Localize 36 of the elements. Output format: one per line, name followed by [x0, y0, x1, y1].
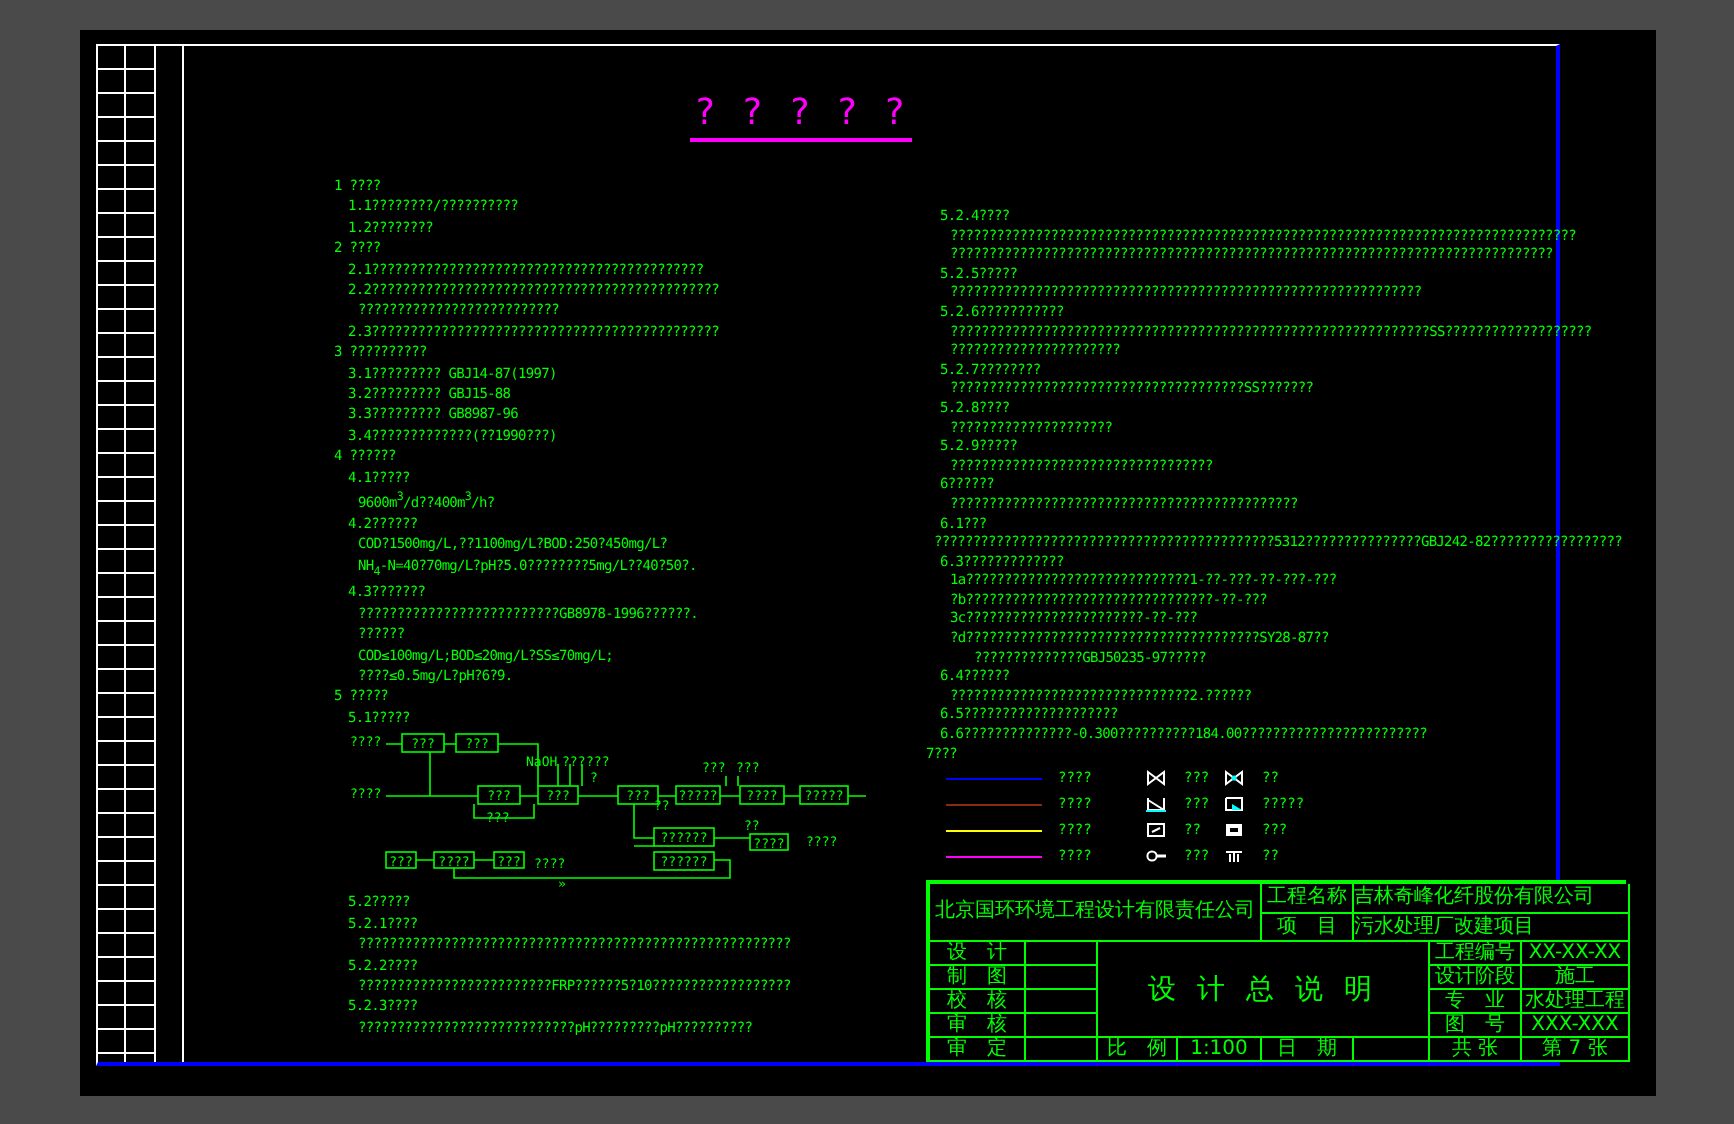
- field-label: 共 张: [1430, 1038, 1522, 1062]
- valve-icon: [1146, 770, 1166, 787]
- field-label: 专 业: [1430, 990, 1522, 1014]
- field-label: 日 期: [1262, 1038, 1354, 1062]
- drawing-heading: ? ? ? ? ?: [690, 92, 912, 142]
- check-fill-icon: [1224, 796, 1244, 813]
- field-label: 审 核: [930, 1014, 1026, 1038]
- field-value: 污水处理厂改建项目: [1354, 914, 1630, 942]
- field-label: 设 计: [930, 942, 1026, 966]
- check-icon: [1146, 796, 1166, 813]
- field-label: 校 核: [930, 990, 1026, 1014]
- field-value: 第 7 张: [1522, 1038, 1630, 1062]
- blank-cell: [1026, 1014, 1098, 1038]
- meter-icon: [1146, 822, 1166, 839]
- field-value: 吉林奇峰化纤股份有限公司: [1354, 884, 1630, 914]
- blank-cell: [1026, 942, 1098, 966]
- blank-cell: [1026, 966, 1098, 990]
- field-label: 工程名称: [1262, 884, 1354, 914]
- field-label: 比 例: [1098, 1038, 1178, 1062]
- drawing-title: 设 计 总 说 明: [1098, 942, 1430, 1038]
- field-label: 项 目: [1262, 914, 1354, 942]
- field-label: 图 号: [1430, 1014, 1522, 1038]
- field-value: 施工: [1522, 966, 1630, 990]
- key-icon: [1146, 848, 1166, 865]
- field-label: 设计阶段: [1430, 966, 1522, 990]
- box-icon: [1224, 822, 1244, 839]
- field-label: 工程编号: [1430, 942, 1522, 966]
- company-name: 北京国环环境工程设计有限责任公司: [930, 884, 1262, 942]
- field-value: 水处理工程: [1522, 990, 1630, 1014]
- field-value: XX-XX-XX: [1522, 942, 1630, 966]
- field-label: 制 图: [930, 966, 1026, 990]
- field-label: 审 定: [930, 1038, 1026, 1062]
- field-value: XXX-XXX: [1522, 1014, 1630, 1038]
- shower-icon: [1224, 848, 1244, 865]
- blank-cell: [1026, 990, 1098, 1014]
- field-value: 1:100: [1178, 1038, 1262, 1062]
